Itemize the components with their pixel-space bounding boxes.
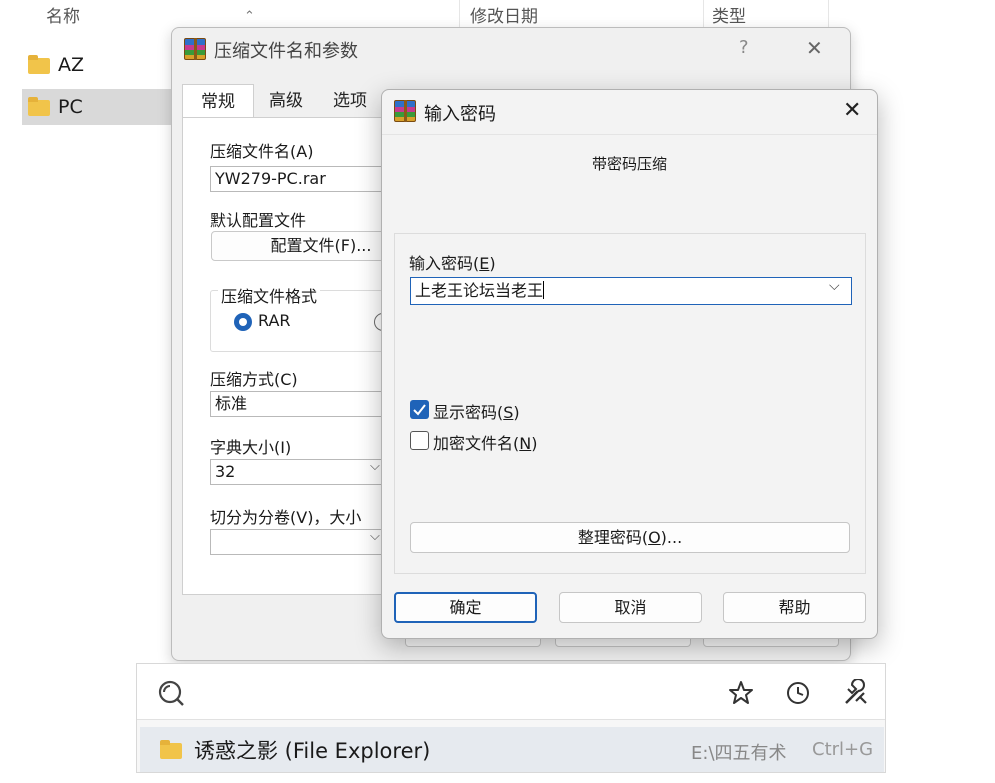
archive-name-label: 压缩文件名(A) [210,142,314,161]
tab-general[interactable]: 常规 [182,84,254,118]
password-input-label: 输入密码(E) [409,254,496,273]
default-profile-label: 默认配置文件 [210,211,307,230]
history-icon[interactable] [785,680,811,706]
result-title: 诱惑之影 (File Explorer) [194,739,431,763]
help-icon[interactable]: ? [739,37,749,58]
help-button[interactable]: 帮助 [723,592,866,623]
winrar-icon [184,38,206,60]
launcher-panel: 诱惑之影 (File Explorer) E:\四五有术 Ctrl+G [136,663,886,773]
chevron-down-icon: ⌵ [370,529,380,544]
method-select[interactable]: 标准 [210,391,410,417]
show-password-checkbox[interactable] [410,400,429,419]
encrypt-names-checkbox[interactable] [410,431,429,450]
dict-size-label: 字典大小(I) [210,438,292,457]
tab-advanced[interactable]: 高级 [254,84,318,118]
dict-size-select[interactable]: 32 [210,459,390,485]
method-label: 压缩方式(C) [210,370,298,389]
launcher-search-row[interactable] [137,664,885,720]
folder-icon [28,55,50,74]
password-groupbox: 输入密码(E) 上老王论坛当老王 ⌵ 显示密码(S) 加密文件名(N) 整理密码… [394,233,866,574]
result-path: E:\四五有术 [691,743,787,764]
file-list-item[interactable]: PC [22,89,182,125]
folder-icon [160,740,182,759]
encrypt-names-label: 加密文件名(N) [433,434,538,453]
password-input[interactable]: 上老王论坛当老王 [410,277,852,305]
launcher-result-item[interactable]: 诱惑之影 (File Explorer) E:\四五有术 Ctrl+G [140,727,884,772]
search-icon[interactable] [157,679,185,707]
organize-passwords-button[interactable]: 整理密码(O)... [410,522,850,553]
close-icon[interactable]: ✕ [806,36,823,60]
chevron-down-icon: ⌵ [370,459,380,474]
text-caret [543,281,545,299]
format-rar-label: RAR [258,311,291,330]
password-dialog: 输入密码 ✕ 带密码压缩 输入密码(E) 上老王论坛当老王 ⌵ 显示密码(S) … [381,89,878,639]
star-icon[interactable] [728,680,754,706]
format-group-label: 压缩文件格式 [218,283,321,307]
tools-icon[interactable] [842,679,870,707]
result-shortcut: Ctrl+G [812,739,874,760]
cancel-button[interactable]: 取消 [559,592,702,623]
file-name: AZ [58,54,85,76]
column-header-name[interactable]: 名称 [46,0,80,34]
file-list-item[interactable]: AZ [22,47,182,83]
ok-button[interactable]: 确定 [394,592,537,623]
split-volume-label: 切分为分卷(V)，大小 [210,508,362,527]
title-divider [382,134,877,135]
format-rar-radio[interactable] [234,313,252,331]
tab-options[interactable]: 选项 [318,84,382,118]
check-icon [413,404,426,416]
show-password-label: 显示密码(S) [433,403,520,422]
close-icon[interactable]: ✕ [843,98,861,123]
winrar-icon [394,100,416,122]
dialog-title: 输入密码 [424,104,496,125]
file-name: PC [58,96,83,118]
archive-name-input[interactable]: YW279-PC.rar [210,166,410,192]
dialog-subtitle: 带密码压缩 [592,155,668,173]
split-volume-select[interactable] [210,529,390,555]
chevron-down-icon[interactable]: ⌵ [829,278,840,294]
dialog-title: 压缩文件名和参数 [214,41,358,62]
folder-icon [28,97,50,116]
